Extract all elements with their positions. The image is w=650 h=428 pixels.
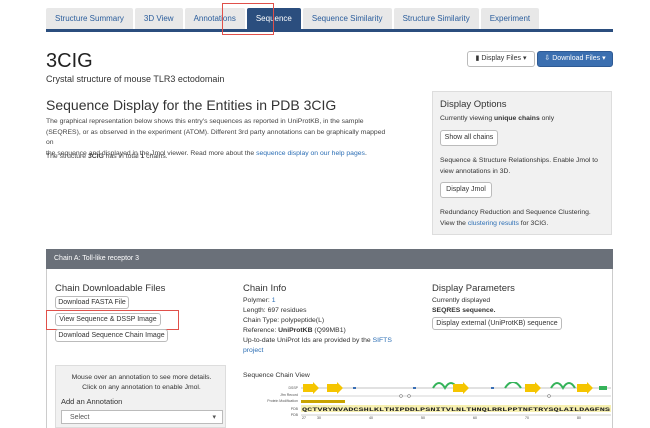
tab-sequence[interactable]: Sequence [246, 8, 301, 30]
download-sequence-chain-image-button[interactable]: Download Sequence Chain Image [55, 329, 168, 342]
uniprot-update-text: Up-to-date UniProt Ids are provided by t… [243, 337, 392, 344]
display-files-button[interactable]: ▮ Display Files ▾ [467, 51, 535, 67]
display-options-panel: Display Options Currently viewing unique… [432, 91, 612, 235]
caret-down-icon: ▾ [212, 414, 216, 421]
chain-total-text: The structure 3CIG has in total 1 chains… [46, 153, 168, 160]
help-link[interactable]: sequence display on our help pages [256, 150, 365, 157]
download-icon: ⇩ [544, 55, 551, 62]
length-text: Length: 697 residues [243, 307, 307, 314]
svg-text:70: 70 [525, 416, 529, 420]
currently-displayed-text: Currently displayed [432, 297, 491, 304]
caret-down-icon: ▾ [602, 55, 606, 62]
page-subtitle: Crystal structure of mouse TLR3 ectodoma… [46, 74, 225, 84]
tab-experiment[interactable]: Experiment [480, 8, 540, 30]
row-label-modification: Protein Modification [267, 399, 298, 403]
downloads-title: Chain Downloadable Files [55, 283, 166, 294]
svg-text:30: 30 [317, 416, 321, 420]
redundancy-text: Redundancy Reduction and Sequence Cluste… [440, 209, 591, 227]
svg-text:50: 50 [421, 416, 425, 420]
modification-track [301, 400, 345, 403]
download-files-button[interactable]: ⇩ Download Files ▾ [537, 51, 613, 67]
chain-info-title: Chain Info [243, 283, 287, 294]
sequence-text: QCTVRYNVADCSHLKLTHIPDDLPSNITVLNLTHNQLRRL… [302, 406, 611, 413]
chain-panel-header: Chain A: Toll-like receptor 3 [46, 249, 613, 269]
sequence-chain-view[interactable]: DSSP Jfm Record Protein Modification PDB… [243, 382, 613, 428]
view-sequence-dssp-button[interactable]: View Sequence & DSSP Image [55, 313, 161, 326]
tab-bar: Structure Summary 3D View Annotations Se… [46, 8, 541, 30]
reference-text: Reference: UniProtKB (Q99MB1) [243, 327, 346, 334]
svg-text:80: 80 [577, 416, 581, 420]
chain-type-text: Chain Type: polypeptide(L) [243, 317, 325, 324]
viewing-text: Currently viewing unique chains only [440, 115, 555, 122]
polymer-text: Polymer: 1 [243, 297, 276, 304]
row-label-pdb-2: PDB [291, 413, 299, 417]
display-jmol-button[interactable]: Display Jmol [440, 182, 492, 198]
display-params-title: Display Parameters [432, 283, 515, 294]
row-label-dssp: DSSP [288, 386, 298, 390]
svg-text:40: 40 [369, 416, 373, 420]
svg-text:27: 27 [302, 416, 306, 420]
tab-structure-similarity[interactable]: Structure Similarity [393, 8, 479, 30]
download-fasta-button[interactable]: Download FASTA File [55, 296, 129, 309]
page-title: 3CIG [46, 50, 93, 72]
row-label-jfm: Jfm Record [280, 393, 298, 397]
sifts-link[interactable]: SIFTS [373, 337, 392, 344]
show-all-chains-button[interactable]: Show all chains [440, 130, 498, 146]
sequence-chain-view-title: Sequence Chain View [243, 372, 310, 379]
seqres-text: SEQRES sequence. [432, 307, 496, 314]
sifts-project-link[interactable]: project [243, 347, 263, 354]
tab-structure-summary[interactable]: Structure Summary [46, 8, 133, 30]
row-label-pdb: PDB [291, 407, 299, 411]
annotation-panel: Mouse over an annotation to see more det… [55, 365, 226, 428]
display-external-sequence-button[interactable]: Display external (UniProtKB) sequence [432, 317, 562, 330]
tick-labels: 27 30 40 50 60 70 80 [302, 416, 581, 420]
tab-annotations[interactable]: Annotations [184, 8, 245, 30]
add-annotation-label: Add an Annotation [61, 397, 123, 406]
dssp-track [301, 382, 611, 394]
display-options-title: Display Options [440, 99, 507, 110]
relationships-text: Sequence & Structure Relationships. Enab… [440, 157, 598, 175]
svg-text:60: 60 [473, 416, 477, 420]
tab-underline [46, 29, 613, 32]
jfm-track [301, 394, 611, 398]
section-heading: Sequence Display for the Entities in PDB… [46, 97, 337, 113]
file-icon: ▮ [475, 55, 480, 62]
caret-down-icon: ▾ [522, 55, 527, 62]
tab-3d-view[interactable]: 3D View [134, 8, 183, 30]
tab-sequence-similarity[interactable]: Sequence Similarity [302, 8, 392, 30]
clustering-results-link[interactable]: clustering results [468, 220, 519, 227]
annotation-select[interactable]: Select ▾ [61, 410, 223, 424]
